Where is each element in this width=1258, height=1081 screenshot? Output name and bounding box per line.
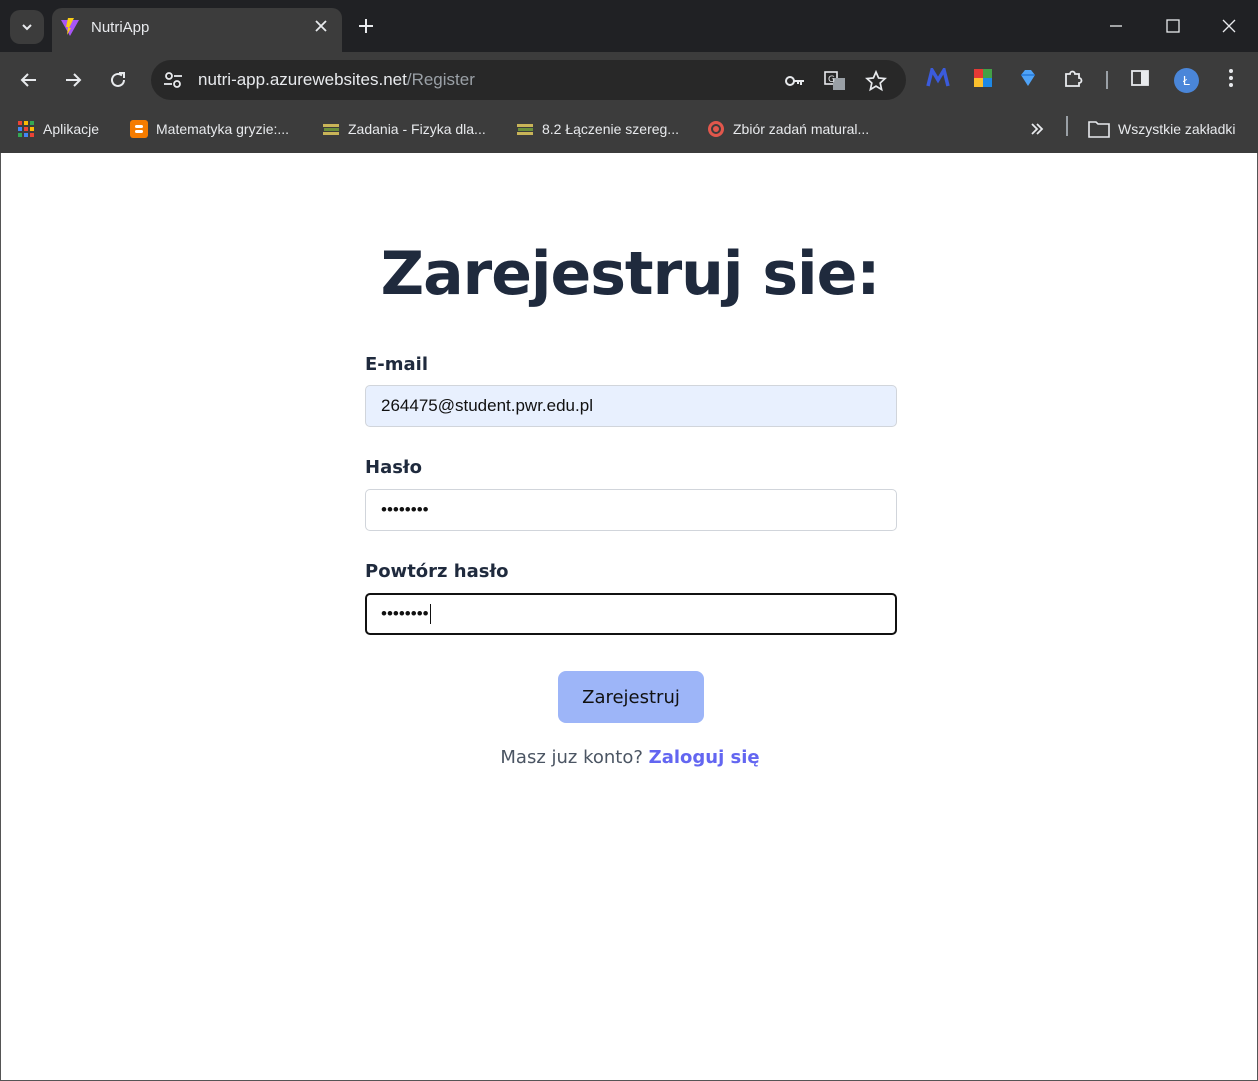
arrow-right-icon <box>66 73 82 87</box>
folder-icon <box>1088 120 1110 138</box>
bookmark-laczenie[interactable]: 8.2 Łączenie szereg... <box>516 117 679 141</box>
more-bookmarks-button[interactable] <box>1028 117 1046 141</box>
maximize-icon <box>1166 19 1180 33</box>
password-key-icon[interactable] <box>783 69 807 93</box>
close-icon <box>1222 19 1236 33</box>
page-title: Zarejestruj sie: <box>380 239 881 309</box>
forward-button[interactable] <box>59 66 87 94</box>
apps-grid-icon <box>17 120 35 138</box>
blogger-icon <box>130 120 148 138</box>
repeat-password-value: •••••••• <box>381 604 429 623</box>
close-window-button[interactable] <box>1214 12 1244 40</box>
extension-gem-icon[interactable] <box>1015 65 1041 91</box>
register-page: Zarejestruj sie: E-mail 264475@student.p… <box>0 153 1258 1081</box>
register-button[interactable]: Zarejestruj <box>558 671 704 723</box>
extensions-puzzle-icon[interactable] <box>1060 65 1086 91</box>
password-value: •••••••• <box>381 500 429 519</box>
toolbar-divider <box>1106 71 1108 89</box>
bookmark-label: Zadania - Fizyka dla... <box>348 121 486 137</box>
book-stack-icon <box>322 120 340 138</box>
translate-icon[interactable]: G <box>823 69 847 93</box>
back-button[interactable] <box>15 66 43 94</box>
tab-strip: NutriApp <box>0 0 1258 52</box>
url-host: nutri-app.azurewebsites.net <box>198 70 407 89</box>
password-label: Hasło <box>365 457 422 478</box>
chevron-down-icon <box>22 24 32 31</box>
double-chevron-right-icon <box>1031 123 1044 135</box>
bookmark-label: 8.2 Łączenie szereg... <box>542 121 679 137</box>
extension-m-icon[interactable] <box>925 65 951 91</box>
maximize-button[interactable] <box>1158 12 1188 40</box>
browser-toolbar: nutri-app.azurewebsites.net/Register G <box>0 52 1258 106</box>
minimize-icon <box>1110 25 1122 27</box>
arrow-left-icon <box>20 73 36 87</box>
repeat-password-label: Powtórz hasło <box>365 561 509 582</box>
vite-logo-icon <box>61 18 79 36</box>
bookmark-zadania[interactable]: Zadania - Fizyka dla... <box>322 117 486 141</box>
text-caret <box>429 604 431 624</box>
close-tab-icon[interactable] <box>312 17 330 35</box>
side-panel-icon[interactable] <box>1127 65 1153 91</box>
email-value: 264475@student.pwr.edu.pl <box>381 396 593 415</box>
reload-button[interactable] <box>104 66 132 94</box>
menu-kebab-icon[interactable] <box>1218 65 1244 91</box>
url-text: nutri-app.azurewebsites.net/Register <box>198 70 475 90</box>
bookmarks-bar: Aplikacje Matematyka gryzie:... Zadania … <box>0 106 1258 153</box>
address-bar[interactable]: nutri-app.azurewebsites.net/Register G <box>151 60 906 100</box>
new-tab-icon[interactable] <box>354 14 378 38</box>
reload-icon <box>111 72 125 87</box>
repeat-password-field[interactable]: •••••••• <box>365 593 897 635</box>
bookmark-zbior[interactable]: Zbiór zadań matural... <box>707 117 869 141</box>
bookmark-matematyka[interactable]: Matematyka gryzie:... <box>130 117 289 141</box>
book-stack-icon <box>516 120 534 138</box>
all-bookmarks-folder[interactable]: Wszystkie zakładki <box>1088 117 1235 141</box>
all-bookmarks-label: Wszystkie zakładki <box>1118 121 1236 137</box>
email-field[interactable]: 264475@student.pwr.edu.pl <box>365 385 897 427</box>
target-icon <box>707 120 725 138</box>
password-field[interactable]: •••••••• <box>365 489 897 531</box>
bookmark-label: Zbiór zadań matural... <box>733 121 870 137</box>
tab-search-button[interactable] <box>10 10 44 44</box>
bookmark-star-icon[interactable] <box>864 69 888 93</box>
profile-avatar[interactable]: Ł <box>1174 68 1199 93</box>
login-link[interactable]: Zaloguj się <box>649 747 760 768</box>
svg-text:G: G <box>828 75 835 85</box>
bookmark-label: Matematyka gryzie:... <box>156 121 290 137</box>
bookmarks-divider <box>1066 116 1068 136</box>
tab-nutriapp[interactable]: NutriApp <box>52 8 342 52</box>
login-prompt-row: Masz juz konto? Zaloguj się <box>1 747 1258 768</box>
email-label: E-mail <box>365 354 429 375</box>
login-prompt-text: Masz juz konto? <box>500 747 643 768</box>
tab-title: NutriApp <box>91 19 150 36</box>
url-path: /Register <box>406 70 475 89</box>
minimize-button[interactable] <box>1101 12 1131 40</box>
extension-colorful-icon[interactable] <box>970 65 996 91</box>
site-settings-icon[interactable] <box>161 69 185 91</box>
bookmark-label: Aplikacje <box>43 121 100 137</box>
bookmark-apps[interactable]: Aplikacje <box>17 117 99 141</box>
